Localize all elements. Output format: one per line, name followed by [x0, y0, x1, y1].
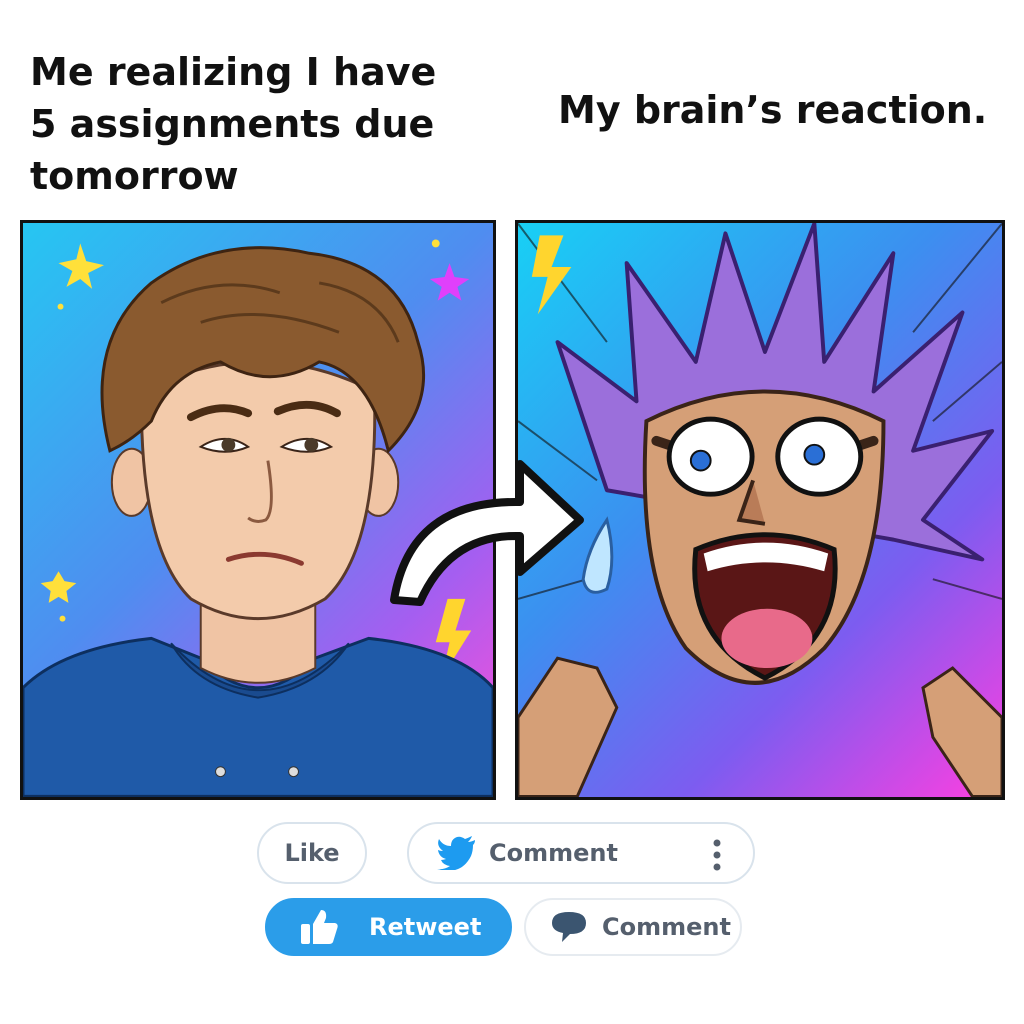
speech-bubble-icon [552, 912, 586, 942]
thumbs-up-icon [301, 910, 338, 944]
comment-button-secondary[interactable]: Comment [524, 898, 742, 956]
twitter-bird-icon [437, 836, 475, 870]
comment-label: Comment [489, 839, 618, 867]
left-caption: Me realizing I have 5 assignments due to… [30, 50, 437, 198]
comment-button[interactable]: Comment [407, 822, 755, 884]
retweet-label: Retweet [369, 913, 482, 941]
like-label: Like [284, 839, 340, 867]
like-button[interactable]: Like [257, 822, 367, 884]
retweet-button[interactable]: Retweet [265, 898, 512, 956]
right-caption: My brain’s reaction. [558, 88, 988, 132]
curved-arrow-icon [390, 460, 584, 606]
more-vertical-icon[interactable] [713, 838, 721, 872]
screaming-anime-illustration [518, 223, 1002, 797]
comment-label-secondary: Comment [602, 913, 731, 941]
